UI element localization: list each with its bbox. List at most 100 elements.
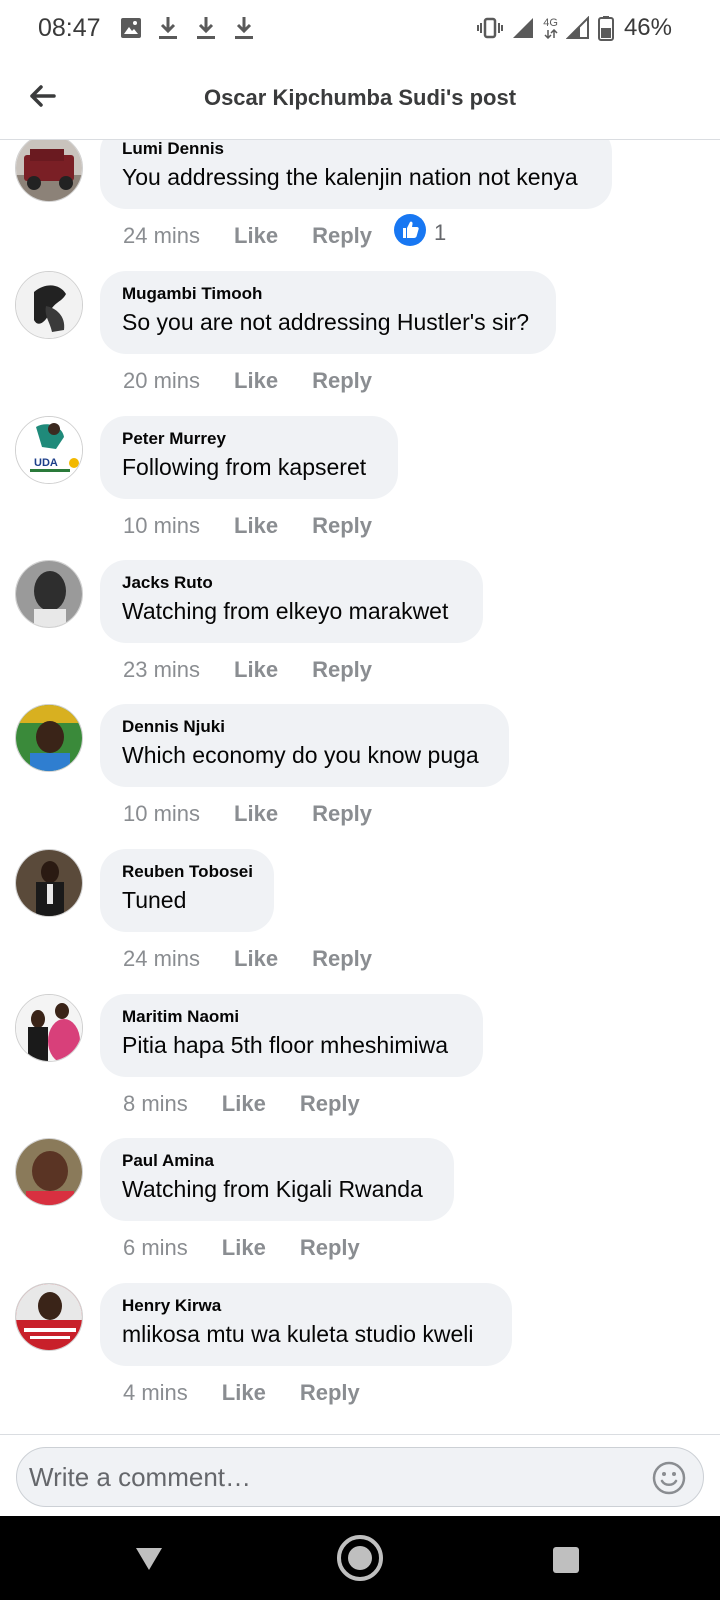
notification-icons xyxy=(120,14,256,42)
download-icon xyxy=(232,15,256,41)
like-button[interactable]: Like xyxy=(222,1380,266,1406)
like-button[interactable]: Like xyxy=(234,513,278,539)
reaction-count: 1 xyxy=(434,220,447,245)
comment-text: Which economy do you know puga xyxy=(122,742,479,768)
comment-bubble[interactable]: Paul Amina Watching from Kigali Rwanda xyxy=(100,1138,454,1221)
comment-meta: 24 mins Like Reply 1 xyxy=(123,214,446,251)
comment-item: Dennis Njuki Which economy do you know p… xyxy=(0,704,720,851)
comment-author[interactable]: Jacks Ruto xyxy=(122,573,461,593)
nav-back-icon[interactable] xyxy=(134,1544,164,1577)
like-button[interactable]: Like xyxy=(234,946,278,972)
comment-item: UDA Peter Murrey Following from kapseret… xyxy=(0,416,720,563)
comment-item: Mugambi Timooh So you are not addressing… xyxy=(0,271,720,418)
signal-icon xyxy=(511,16,535,40)
comment-time[interactable]: 23 mins xyxy=(123,657,200,683)
reply-button[interactable]: Reply xyxy=(312,223,372,249)
comment-bubble[interactable]: Peter Murrey Following from kapseret xyxy=(100,416,398,499)
comment-item: Maritim Naomi Pitia hapa 5th floor mhesh… xyxy=(0,994,720,1141)
avatar[interactable] xyxy=(15,704,83,772)
comment-author[interactable]: Dennis Njuki xyxy=(122,717,487,737)
reply-button[interactable]: Reply xyxy=(300,1380,360,1406)
nav-recents-icon[interactable] xyxy=(552,1546,580,1579)
comment-item: Paul Amina Watching from Kigali Rwanda 6… xyxy=(0,1138,720,1285)
like-button[interactable]: Like xyxy=(234,801,278,827)
reply-button[interactable]: Reply xyxy=(312,657,372,683)
comment-text: Watching from Kigali Rwanda xyxy=(122,1176,423,1202)
comment-time[interactable]: 8 mins xyxy=(123,1091,188,1117)
reaction-summary[interactable]: 1 xyxy=(394,214,446,252)
comment-author[interactable]: Lumi Dennis xyxy=(122,140,590,159)
avatar[interactable] xyxy=(15,849,83,917)
network-type-icon: 4G xyxy=(543,16,558,39)
comment-composer xyxy=(0,1434,720,1516)
post-header: Oscar Kipchumba Sudi's post xyxy=(0,58,720,140)
signal-icon xyxy=(565,16,590,40)
avatar[interactable]: UDA xyxy=(15,416,83,484)
comment-meta: 6 mins Like Reply xyxy=(123,1233,360,1263)
comment-author[interactable]: Maritim Naomi xyxy=(122,1007,461,1027)
comment-item: Jacks Ruto Watching from elkeyo marakwet… xyxy=(0,560,720,707)
download-icon xyxy=(156,15,180,41)
like-button[interactable]: Like xyxy=(222,1235,266,1261)
reply-button[interactable]: Reply xyxy=(312,946,372,972)
comment-bubble[interactable]: Jacks Ruto Watching from elkeyo marakwet xyxy=(100,560,483,643)
like-reaction-icon xyxy=(394,214,426,252)
comment-time[interactable]: 4 mins xyxy=(123,1380,188,1406)
avatar[interactable] xyxy=(15,140,83,202)
comment-meta: 4 mins Like Reply xyxy=(123,1378,360,1408)
comment-bubble[interactable]: Henry Kirwa mlikosa mtu wa kuleta studio… xyxy=(100,1283,512,1366)
comment-bubble[interactable]: Mugambi Timooh So you are not addressing… xyxy=(100,271,556,354)
comment-text: So you are not addressing Hustler's sir? xyxy=(122,309,530,335)
reply-button[interactable]: Reply xyxy=(312,513,372,539)
battery-percent: 46% xyxy=(623,14,672,41)
comment-author[interactable]: Peter Murrey xyxy=(122,429,376,449)
comment-meta: 8 mins Like Reply xyxy=(123,1089,360,1119)
avatar[interactable] xyxy=(15,1283,83,1351)
avatar-logo-text: UDA xyxy=(34,457,58,469)
avatar[interactable] xyxy=(15,271,83,339)
comment-bubble[interactable]: Reuben Tobosei Tuned xyxy=(100,849,274,932)
comment-text: Following from kapseret xyxy=(122,454,367,480)
reply-button[interactable]: Reply xyxy=(312,368,372,394)
comment-author[interactable]: Henry Kirwa xyxy=(122,1296,490,1316)
comment-time[interactable]: 6 mins xyxy=(123,1235,188,1261)
status-time: 08:47 xyxy=(38,14,101,42)
emoji-icon[interactable] xyxy=(652,1461,686,1495)
comment-bubble[interactable]: Dennis Njuki Which economy do you know p… xyxy=(100,704,509,787)
comments-list[interactable]: Lumi Dennis You addressing the kalenjin … xyxy=(0,140,720,1434)
like-button[interactable]: Like xyxy=(234,223,278,249)
comment-text: You addressing the kalenjin nation not k… xyxy=(122,164,578,190)
battery-icon xyxy=(597,15,614,41)
comment-time[interactable]: 10 mins xyxy=(123,801,200,827)
comment-text: mlikosa mtu wa kuleta studio kweli xyxy=(122,1321,474,1347)
comment-text: Tuned xyxy=(122,887,187,913)
reply-button[interactable]: Reply xyxy=(300,1235,360,1261)
comment-author[interactable]: Paul Amina xyxy=(122,1151,432,1171)
comment-meta: 10 mins Like Reply xyxy=(123,799,372,829)
page-title: Oscar Kipchumba Sudi's post xyxy=(203,85,517,110)
network-label: 4G xyxy=(543,16,558,29)
avatar[interactable] xyxy=(15,994,83,1062)
comment-time[interactable]: 10 mins xyxy=(123,513,200,539)
comment-input[interactable] xyxy=(16,1447,704,1507)
comment-bubble[interactable]: Lumi Dennis You addressing the kalenjin … xyxy=(100,140,612,209)
comment-author[interactable]: Reuben Tobosei xyxy=(122,862,253,882)
comment-text: Pitia hapa 5th floor mheshimiwa xyxy=(122,1032,448,1058)
comment-item: Reuben Tobosei Tuned 24 mins Like Reply xyxy=(0,849,720,996)
nav-home-icon[interactable] xyxy=(336,1534,384,1587)
comment-time[interactable]: 24 mins xyxy=(123,946,200,972)
comment-time[interactable]: 20 mins xyxy=(123,368,200,394)
like-button[interactable]: Like xyxy=(234,368,278,394)
like-button[interactable]: Like xyxy=(234,657,278,683)
comment-author[interactable]: Mugambi Timooh xyxy=(122,284,534,304)
avatar[interactable] xyxy=(15,1138,83,1206)
comment-time[interactable]: 24 mins xyxy=(123,223,200,249)
comment-text: Watching from elkeyo marakwet xyxy=(122,598,449,624)
status-bar: 08:47 4G 46% xyxy=(0,0,720,58)
reply-button[interactable]: Reply xyxy=(312,801,372,827)
like-button[interactable]: Like xyxy=(222,1091,266,1117)
avatar[interactable] xyxy=(15,560,83,628)
comment-bubble[interactable]: Maritim Naomi Pitia hapa 5th floor mhesh… xyxy=(100,994,483,1077)
reply-button[interactable]: Reply xyxy=(300,1091,360,1117)
comment-item: Henry Kirwa mlikosa mtu wa kuleta studio… xyxy=(0,1283,720,1430)
